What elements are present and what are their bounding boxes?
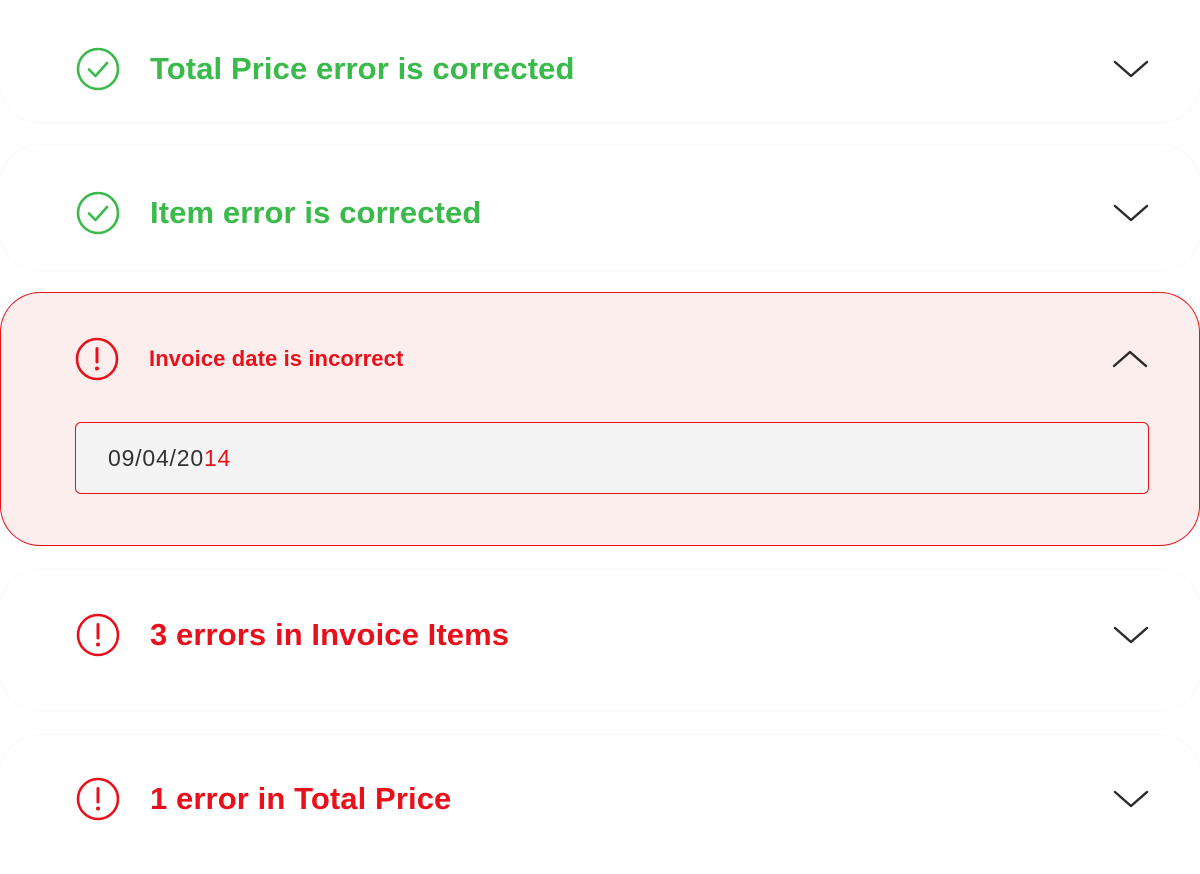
accordion-title: 3 errors in Invoice Items [150, 617, 510, 652]
accordion-title: Total Price error is corrected [150, 51, 575, 86]
accordion-header[interactable]: 1 error in Total Price [76, 777, 1150, 821]
accordion-header[interactable]: 3 errors in Invoice Items [76, 613, 1150, 657]
error-review-panel: Total Price error is corrected Item erro… [0, 0, 1200, 874]
accordion-item-invoice-date-error[interactable]: Invoice date is incorrect 09/04/20 14 [0, 292, 1200, 546]
accordion-header[interactable]: Invoice date is incorrect [75, 337, 1149, 381]
exclamation-circle-icon [76, 777, 120, 821]
chevron-down-icon[interactable] [1112, 787, 1150, 811]
invoice-date-input[interactable]: 09/04/20 14 [75, 422, 1149, 494]
accordion-item-item-corrected[interactable]: Item error is corrected [0, 145, 1200, 270]
accordion-item-total-price-errors[interactable]: 1 error in Total Price [0, 735, 1200, 874]
exclamation-circle-icon [75, 337, 119, 381]
accordion-title: Item error is corrected [150, 195, 482, 230]
accordion-title: 1 error in Total Price [150, 781, 452, 816]
accordion-header[interactable]: Item error is corrected [76, 191, 1150, 235]
check-circle-icon [76, 47, 120, 91]
chevron-down-icon[interactable] [1112, 623, 1150, 647]
chevron-down-icon[interactable] [1112, 57, 1150, 81]
chevron-up-icon[interactable] [1111, 347, 1149, 371]
invoice-date-value: 09/04/20 [108, 444, 204, 471]
check-circle-icon [76, 191, 120, 235]
invoice-date-error-part: 14 [203, 444, 232, 471]
chevron-down-icon[interactable] [1112, 201, 1150, 225]
accordion-title: Invoice date is incorrect [149, 346, 404, 371]
accordion-header[interactable]: Total Price error is corrected [76, 47, 1150, 91]
accordion-item-total-price-corrected[interactable]: Total Price error is corrected [0, 0, 1200, 122]
exclamation-circle-icon [76, 613, 120, 657]
accordion-item-invoice-items-errors[interactable]: 3 errors in Invoice Items [0, 570, 1200, 710]
